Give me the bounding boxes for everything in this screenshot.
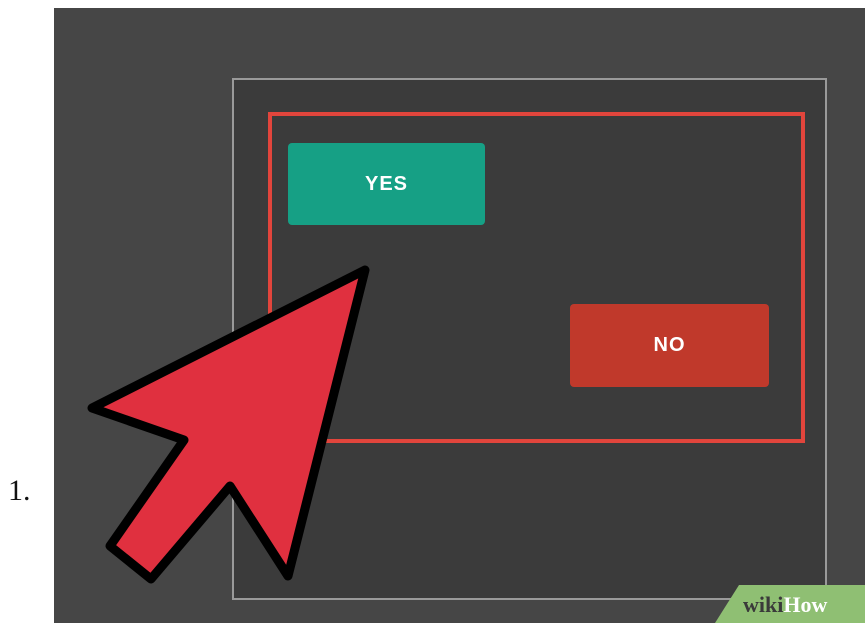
watermark-wiki: wiki	[743, 592, 784, 617]
illustration: YES NO wikiHow	[54, 8, 865, 623]
list-number: 1.	[8, 474, 31, 507]
page: 1. YES NO wikiHow	[0, 0, 865, 623]
no-button[interactable]: NO	[570, 304, 769, 387]
watermark-how: How	[783, 592, 828, 617]
yes-button[interactable]: YES	[288, 143, 485, 225]
watermark-text: wikiHow	[743, 592, 827, 618]
wikihow-watermark: wikiHow	[715, 585, 865, 623]
